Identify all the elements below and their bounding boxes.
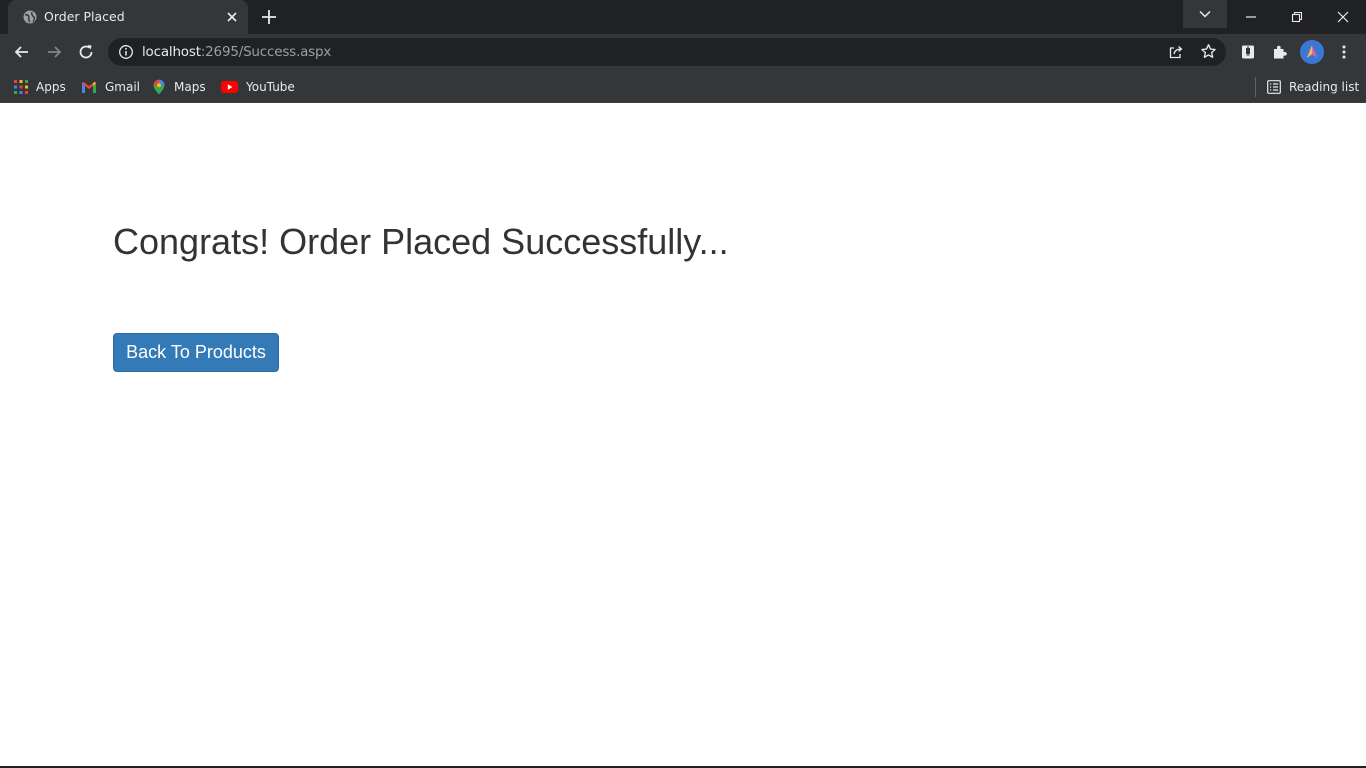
gmail-icon xyxy=(82,81,96,93)
bookmark-label: YouTube xyxy=(246,80,295,94)
bookmark-label: Apps xyxy=(36,80,66,94)
url-host: localhost xyxy=(142,44,201,60)
extensions-menu-button[interactable] xyxy=(1268,40,1292,64)
address-bar[interactable]: localhost:2695/Success.aspx xyxy=(108,38,1226,66)
bookmark-gmail[interactable]: Gmail xyxy=(81,76,140,98)
url-text: localhost:2695/Success.aspx xyxy=(142,44,331,60)
extension-button[interactable] xyxy=(1236,40,1260,64)
youtube-icon xyxy=(221,81,238,93)
restore-button[interactable] xyxy=(1274,0,1320,34)
bookmark-maps[interactable]: Maps xyxy=(152,76,206,98)
browser-tab[interactable]: Order Placed xyxy=(8,0,248,34)
info-icon[interactable] xyxy=(118,44,134,60)
success-message: Congrats! Order Placed Successfully... xyxy=(113,221,729,262)
more-vertical-icon xyxy=(1342,45,1346,59)
restore-icon xyxy=(1291,11,1303,23)
profile-avatar[interactable] xyxy=(1300,40,1324,64)
reload-button[interactable] xyxy=(72,38,100,66)
bookmark-youtube[interactable]: YouTube xyxy=(221,76,295,98)
avatar-icon xyxy=(1300,40,1324,64)
close-icon xyxy=(1337,11,1349,23)
chevron-down-icon xyxy=(1199,10,1211,18)
forward-button[interactable] xyxy=(40,38,68,66)
arrow-left-icon xyxy=(14,46,28,58)
page-content: Congrats! Order Placed Successfully... B… xyxy=(0,103,1366,768)
extension-tool-icon xyxy=(1242,45,1254,59)
url-path: :2695/Success.aspx xyxy=(200,44,332,60)
maps-icon xyxy=(153,79,165,95)
bookmark-label: Gmail xyxy=(105,80,141,94)
minimize-button[interactable] xyxy=(1228,0,1274,34)
close-window-button[interactable] xyxy=(1320,0,1366,34)
puzzle-icon xyxy=(1274,45,1287,59)
browser-titlebar: Order Placed xyxy=(0,0,1366,34)
globe-icon xyxy=(23,10,37,24)
browser-toolbar: localhost:2695/Success.aspx xyxy=(0,34,1366,70)
share-icon[interactable] xyxy=(1168,44,1184,60)
tab-title: Order Placed xyxy=(44,9,125,24)
arrow-right-icon xyxy=(48,46,62,58)
new-tab-icon[interactable] xyxy=(258,6,280,28)
reading-list-button[interactable]: Reading list xyxy=(1267,76,1359,98)
reading-list-icon xyxy=(1267,80,1281,94)
minimize-icon xyxy=(1246,16,1256,18)
tab-search-button[interactable] xyxy=(1183,0,1227,28)
back-button[interactable] xyxy=(8,38,36,66)
bookmark-apps[interactable]: Apps xyxy=(14,76,66,98)
browser-menu-button[interactable] xyxy=(1332,40,1356,64)
bookmarks-bar: Apps Gmail Maps YouTube Reading list xyxy=(0,70,1366,103)
bookmarks-divider xyxy=(1255,77,1256,97)
reading-list-label: Reading list xyxy=(1289,80,1360,94)
bookmark-label: Maps xyxy=(174,80,206,94)
back-to-products-button[interactable]: Back To Products xyxy=(113,333,279,372)
apps-grid-icon xyxy=(14,80,28,94)
close-tab-icon[interactable] xyxy=(224,9,240,25)
reload-icon xyxy=(79,45,93,59)
bookmark-star-icon[interactable] xyxy=(1200,43,1217,60)
